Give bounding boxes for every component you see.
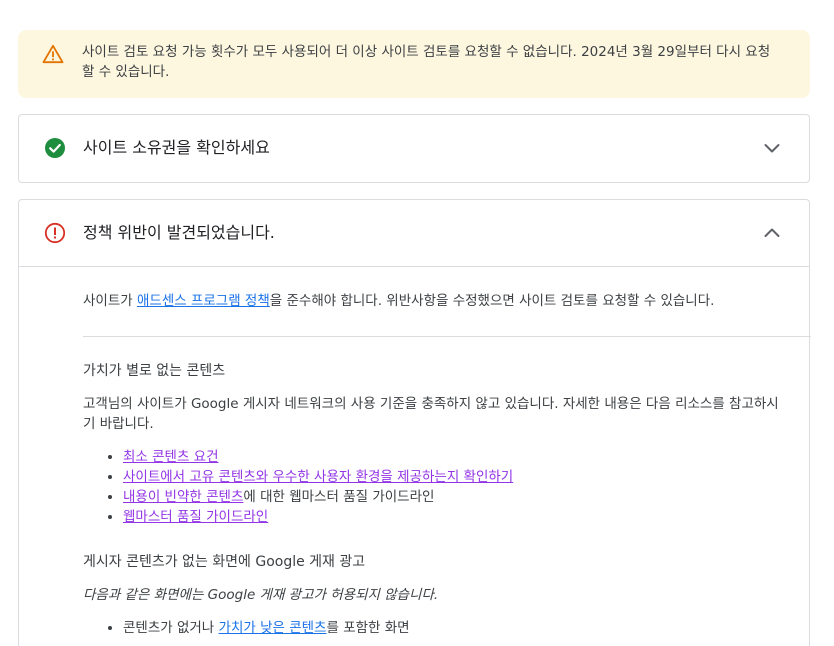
resource-item: 웹마스터 품질 가이드라인 bbox=[123, 507, 811, 527]
resource-suffix: 에 대한 웹마스터 품질 가이드라인 bbox=[243, 489, 435, 505]
low-value-content-description: 고객님의 사이트가 Google 게시자 네트워크의 사용 기준을 충족하지 않… bbox=[83, 396, 779, 432]
policy-header[interactable]: 정책 위반이 발견되었습니다. bbox=[19, 200, 809, 267]
resource-item: 최소 콘텐츠 요건 bbox=[123, 447, 811, 467]
low-value-content-title: 가치가 별로 없는 콘텐츠 bbox=[83, 363, 226, 379]
resource-link-unique-content[interactable]: 사이트에서 고유 콘텐츠와 우수한 사용자 환경을 제공하는지 확인하기 bbox=[123, 469, 513, 485]
review-limit-banner: 사이트 검토 요청 가능 횟수가 모두 사용되어 더 이상 사이트 검토를 요청… bbox=[18, 30, 810, 98]
divider bbox=[83, 336, 811, 337]
chevron-down-icon[interactable] bbox=[762, 138, 782, 158]
resource-list: 최소 콘텐츠 요건 사이트에서 고유 콘텐츠와 우수한 사용자 환경을 제공하는… bbox=[83, 447, 811, 527]
intro-text-after: 을 준수해야 합니다. 위반사항을 수정했으면 사이트 검토를 요청할 수 있습… bbox=[269, 293, 715, 309]
adsense-policy-link[interactable]: 애드센스 프로그램 정책 bbox=[137, 293, 270, 309]
ownership-card: 사이트 소유권을 확인하세요 bbox=[18, 114, 810, 183]
page: 사이트 검토 요청 가능 횟수가 모두 사용되어 더 이상 사이트 검토를 요청… bbox=[0, 0, 834, 646]
resource-item: 사이트에서 고유 콘텐츠와 우수한 사용자 환경을 제공하는지 확인하기 bbox=[123, 467, 811, 487]
no-content-ads-note: 다음과 같은 화면에는 Google 게재 광고가 허용되지 않습니다. bbox=[83, 587, 439, 603]
list-item: 콘텐츠가 없거나 가치가 낮은 콘텐츠를 포함한 화면 bbox=[123, 618, 811, 638]
check-circle-icon bbox=[45, 138, 65, 158]
no-content-ads-title: 게시자 콘텐츠가 없는 화면에 Google 게재 광고 bbox=[83, 554, 366, 570]
ownership-header[interactable]: 사이트 소유권을 확인하세요 bbox=[19, 115, 809, 181]
resource-link-quality-guidelines[interactable]: 웹마스터 품질 가이드라인 bbox=[123, 509, 268, 525]
resource-item: 내용이 빈약한 콘텐츠에 대한 웹마스터 품질 가이드라인 bbox=[123, 487, 811, 507]
chevron-up-icon[interactable] bbox=[762, 223, 782, 243]
disallowed-screens-list: 콘텐츠가 없거나 가치가 낮은 콘텐츠를 포함한 화면 bbox=[83, 618, 811, 638]
list-item-text-before: 콘텐츠가 없거나 bbox=[123, 620, 219, 636]
error-circle-icon bbox=[44, 222, 66, 244]
policy-card: 정책 위반이 발견되었습니다. 사이트가 애드센스 프로그램 정책을 준수해야 … bbox=[18, 199, 811, 646]
policy-body: 사이트가 애드센스 프로그램 정책을 준수해야 합니다. 위반사항을 수정했으면… bbox=[83, 291, 811, 638]
list-item-text-after: 를 포함한 화면 bbox=[326, 620, 410, 636]
warning-icon bbox=[42, 44, 64, 64]
banner-message: 사이트 검토 요청 가능 횟수가 모두 사용되어 더 이상 사이트 검토를 요청… bbox=[82, 44, 771, 80]
resource-link-min-content[interactable]: 최소 콘텐츠 요건 bbox=[123, 449, 219, 465]
ownership-title: 사이트 소유권을 확인하세요 bbox=[83, 138, 270, 157]
policy-title: 정책 위반이 발견되었습니다. bbox=[83, 223, 275, 242]
intro-text-before: 사이트가 bbox=[83, 293, 137, 309]
policy-intro: 사이트가 애드센스 프로그램 정책을 준수해야 합니다. 위반사항을 수정했으면… bbox=[83, 291, 773, 311]
resource-link-thin-content[interactable]: 내용이 빈약한 콘텐츠 bbox=[123, 489, 243, 505]
low-value-content-link[interactable]: 가치가 낮은 콘텐츠 bbox=[219, 620, 327, 636]
